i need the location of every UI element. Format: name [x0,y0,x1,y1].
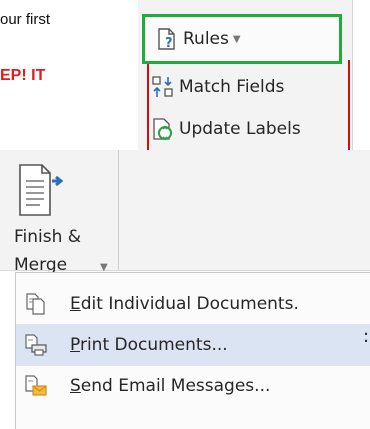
menu-mnemonic: P [70,335,80,355]
match-fields-label: Match Fields [179,77,285,97]
edit-documents-icon [16,290,56,318]
finish-merge-icon [16,163,68,219]
match-fields-icon [151,75,175,99]
menu-item-label: end Email Messages... [80,376,271,396]
menu-item-print-documents[interactable]: Print Documents... [16,324,370,366]
rules-icon: ? [155,27,179,51]
send-email-icon [16,372,56,400]
document-alert-text: EP! IT [0,67,46,84]
menu-item-edit-individual-documents[interactable]: Edit Individual Documents. [16,283,370,325]
menu-side-marker: : [363,326,370,347]
menu-item-send-email-messages[interactable]: Send Email Messages... [16,365,370,407]
update-labels-icon [151,117,175,141]
rules-button[interactable]: ? Rules ▼ [142,14,342,64]
red-outline-left [147,60,149,150]
menu-item-label: dit Individual Documents. [80,294,299,314]
menu-mnemonic: E [70,294,81,314]
chevron-down-icon: ▼ [232,33,241,45]
rules-label: Rules [183,29,229,49]
finish-merge-label-line-1: Finish & [14,227,82,247]
menu-item-label: rint Documents... [79,335,228,355]
red-outline-right [348,60,350,150]
update-labels-label: Update Labels [179,119,301,139]
update-labels-button[interactable]: Update Labels [151,112,301,146]
document-text-line: our first [0,11,51,28]
match-fields-button[interactable]: Match Fields [151,70,284,104]
print-documents-icon [16,331,56,359]
svg-text:?: ? [165,36,173,51]
menu-mnemonic: S [70,376,81,396]
